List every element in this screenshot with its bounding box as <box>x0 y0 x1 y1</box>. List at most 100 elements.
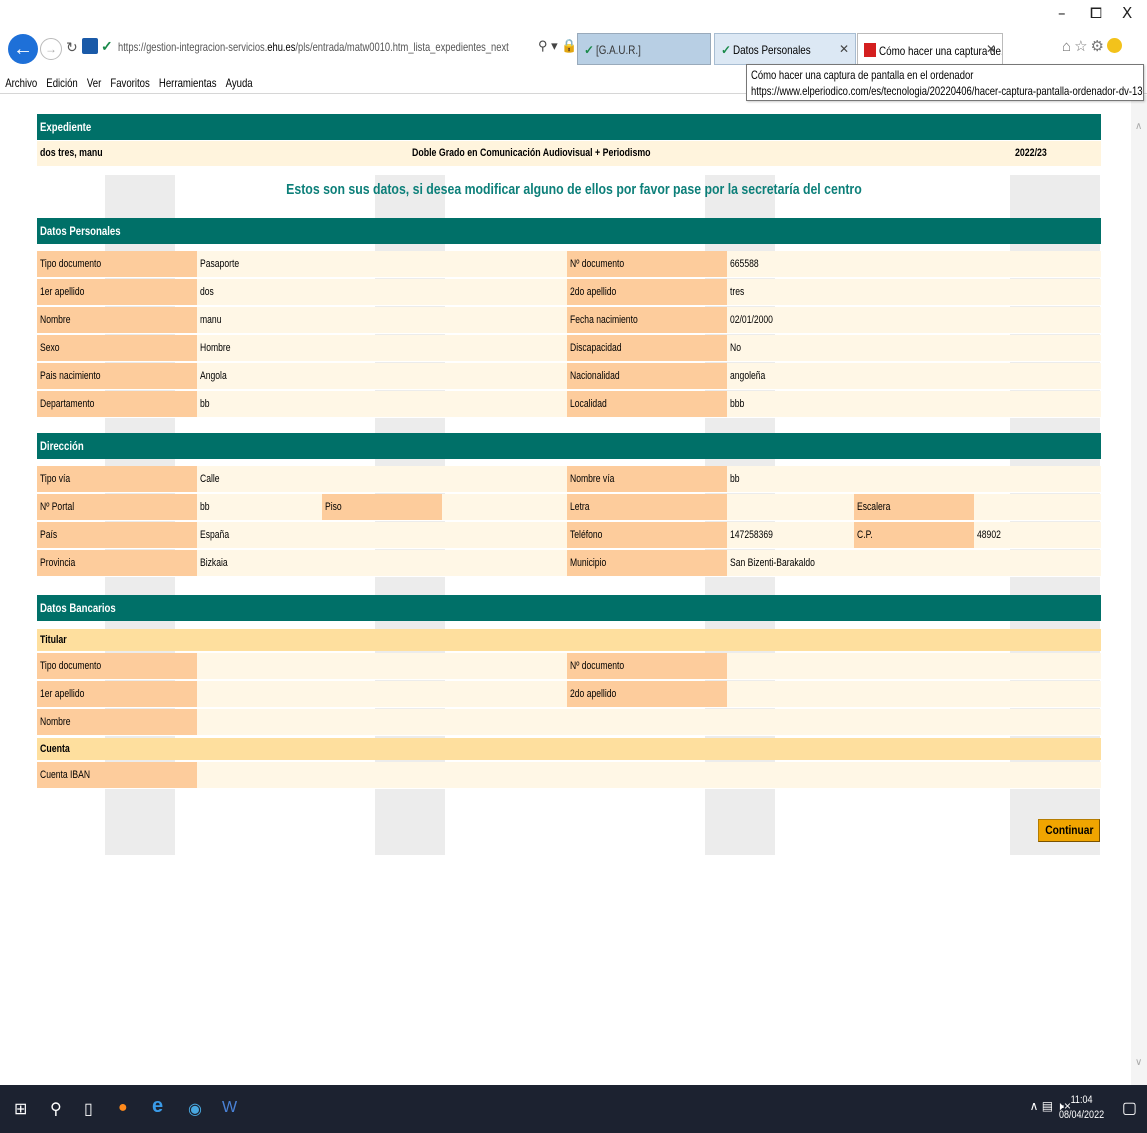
settings-gear-icon[interactable]: ⚙ <box>1091 38 1107 55</box>
academic-year: 2022/23 <box>1015 147 1047 159</box>
field-label: Nombre <box>37 709 197 735</box>
field-label: Municipio <box>567 550 727 576</box>
field-value: Hombre <box>200 342 231 354</box>
scroll-up-icon[interactable]: ∧ <box>1135 121 1142 132</box>
tooltip-title: Cómo hacer una captura de pantalla en el… <box>751 68 974 82</box>
field-label: Discapacidad <box>567 335 727 361</box>
search-icon[interactable]: ⚲ <box>50 1099 62 1119</box>
tab-label: Datos Personales <box>733 43 811 57</box>
student-name: dos tres, manu <box>40 147 103 159</box>
field-value: bb <box>200 501 210 513</box>
minimize-button[interactable]: – <box>1058 4 1066 22</box>
field-label: Provincia <box>37 550 197 576</box>
scroll-down-icon[interactable]: ∨ <box>1135 1057 1142 1068</box>
datos-personales-row: 1er apellido dos 2do apellido tres <box>37 279 1101 306</box>
direccion-row: Tipo vía Calle Nombre vía bb <box>37 466 1101 493</box>
close-window-button[interactable]: X <box>1122 4 1132 22</box>
field-label: Nº documento <box>567 653 727 679</box>
field-label: Cuenta IBAN <box>37 762 197 788</box>
firefox-icon[interactable]: ● <box>118 1099 128 1117</box>
tab-label: [G.A.U.R.] <box>596 43 641 57</box>
expediente-info-row: dos tres, manu Doble Grado en Comunicaci… <box>37 141 1101 166</box>
menu-edicion[interactable]: Edición <box>43 73 81 93</box>
field-value: San Bizenti-Barakaldo <box>730 557 815 569</box>
direccion-header: Dirección <box>37 433 1101 459</box>
field-label: Sexo <box>37 335 197 361</box>
field-label: Tipo documento <box>37 653 197 679</box>
menu-ver[interactable]: Ver <box>84 73 105 93</box>
banco-row: 1er apellido 2do apellido <box>37 681 1101 708</box>
tab-tooltip: Cómo hacer una captura de pantalla en el… <box>746 64 1144 101</box>
url-domain: ehu.es <box>267 40 296 54</box>
field-label: Pais nacimiento <box>37 363 197 389</box>
field-value: bb <box>730 473 740 485</box>
field-value: Bizkaia <box>200 557 228 569</box>
tab-label: Cómo hacer una captura de... <box>879 44 1003 58</box>
clock[interactable]: 11:04 08/04/2022 <box>1054 1093 1109 1123</box>
search-lock-icon[interactable]: ⚲ ▾ 🔒 <box>538 38 577 54</box>
ehu-favicon-icon: ✓ <box>584 43 595 57</box>
webex-icon[interactable]: ◉ <box>188 1099 202 1119</box>
ehu-favicon-icon: ✓ <box>101 38 113 54</box>
forward-button[interactable]: → <box>40 38 62 60</box>
url-path: /pls/entrada/matw0010.htm_lista_expedien… <box>295 40 509 54</box>
page-content: ∧ ∨ Expediente dos tres, manu Doble Grad… <box>0 95 1147 1085</box>
close-tab-icon[interactable]: ✕ <box>839 42 849 56</box>
menu-herramientas[interactable]: Herramientas <box>156 73 220 93</box>
task-view-icon[interactable]: ▯ <box>84 1099 93 1119</box>
field-label: 2do apellido <box>567 681 727 707</box>
home-icon[interactable]: ⌂ <box>1062 38 1074 55</box>
word-icon[interactable]: W <box>222 1099 237 1117</box>
field-value: tres <box>730 286 745 298</box>
site-compat-icon[interactable] <box>82 38 98 54</box>
menu-archivo[interactable]: Archivo <box>2 73 40 93</box>
windows-taskbar: ⊞ ⚲ ▯ ● e ◉ W ∧ ▤ 🕨× 11:04 08/04/2022 ▢ <box>0 1085 1147 1133</box>
cuenta-subheader: Cuenta <box>37 738 1101 760</box>
back-button[interactable]: ← <box>8 34 38 64</box>
menu-ayuda[interactable]: Ayuda <box>222 73 255 93</box>
clock-time: 11:04 <box>1070 1094 1093 1106</box>
window-titlebar: – ⧠ X <box>0 0 1147 26</box>
vertical-scrollbar[interactable]: ∧ ∨ <box>1131 95 1147 1085</box>
degree-name: Doble Grado en Comunicación Audiovisual … <box>412 147 651 159</box>
datos-bancarios-header: Datos Bancarios <box>37 595 1101 621</box>
field-label: Localidad <box>567 391 727 417</box>
address-bar[interactable]: https://gestion-integracion-servicios.eh… <box>118 40 509 54</box>
datos-personales-row: Departamento bb Localidad bbb <box>37 391 1101 418</box>
browser-tools: ⌂☆⚙ <box>1062 37 1122 55</box>
field-label: Teléfono <box>567 522 727 548</box>
tab-datos-personales[interactable]: ✓ Datos Personales ✕ <box>714 33 856 65</box>
continuar-button[interactable]: Continuar <box>1038 819 1100 842</box>
field-value: manu <box>200 314 222 326</box>
field-value <box>442 494 567 520</box>
datos-personales-row: Nombre manu Fecha nacimiento 02/01/2000 <box>37 307 1101 334</box>
field-value: 48902 <box>977 529 1001 541</box>
clock-date: 08/04/2022 <box>1058 1109 1105 1121</box>
tab-como-hacer-captura[interactable]: Cómo hacer una captura de... ✕ <box>857 33 1003 65</box>
field-value: dos <box>200 286 214 298</box>
internet-explorer-icon[interactable]: e <box>152 1095 163 1118</box>
menu-favoritos[interactable]: Favoritos <box>107 73 153 93</box>
field-label: Escalera <box>854 494 974 520</box>
field-value: España <box>200 529 230 541</box>
field-label: Nº Portal <box>37 494 197 520</box>
restore-button[interactable]: ⧠ <box>1090 4 1102 22</box>
close-tab-icon[interactable]: ✕ <box>986 42 996 56</box>
field-value: bbb <box>730 398 745 410</box>
notifications-icon[interactable]: ▢ <box>1122 1098 1137 1118</box>
field-label: Tipo vía <box>37 466 197 492</box>
field-label: Nº documento <box>567 251 727 277</box>
refresh-icon[interactable]: ↻ <box>66 39 78 56</box>
notice-text: Estos son sus datos, si desea modificar … <box>285 181 862 198</box>
field-value: 665588 <box>730 258 759 270</box>
banco-row: Tipo documento Nº documento <box>37 653 1101 680</box>
field-label: País <box>37 522 197 548</box>
field-value <box>727 494 854 520</box>
feedback-smiley-icon[interactable] <box>1106 38 1122 53</box>
tab-gaur[interactable]: ✓ [G.A.U.R.] <box>577 33 711 65</box>
field-label: Piso <box>322 494 442 520</box>
windows-start-icon[interactable]: ⊞ <box>14 1099 27 1119</box>
expediente-header: Expediente <box>37 114 1101 140</box>
field-value: angoleña <box>730 370 766 382</box>
favorites-star-icon[interactable]: ☆ <box>1074 38 1090 55</box>
